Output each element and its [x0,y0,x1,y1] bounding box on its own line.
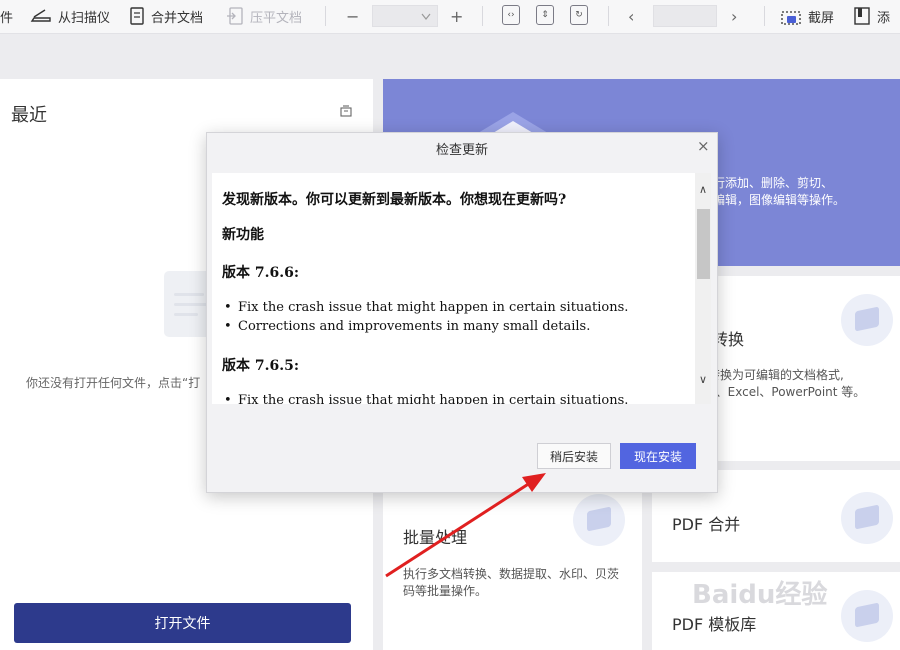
convert-card-desc-line1: 转换为可编辑的文档格式, [708,368,844,382]
toolbar-divider [325,6,326,26]
dialog-title: 检查更新 [435,143,488,158]
release-heading: 版本 7.6.5: [222,358,300,374]
toolbar: 件 从扫描仪 合并文档 压平文档 − + ‹› ⇕ ↻ ‹ › 截屏 添 [0,0,900,34]
screenshot-button[interactable]: 截屏 [780,6,834,26]
update-message: 发现新版本。你可以更新到最新版本。你想现在更新吗? [222,192,567,208]
toolbar-file-label: 件 [0,10,14,26]
batch-card-desc: 执行多文档转换、数据提取、水印、贝茨 码等批量操作。 [403,566,619,600]
toolbar-flatten-label: 压平文档 [250,10,303,26]
fit-page-button[interactable]: ⇕ [536,5,554,25]
prev-page-button[interactable]: ‹ [628,6,634,26]
scroll-down-icon[interactable]: ∨ [697,373,709,386]
bookmark-icon [854,7,870,25]
open-file-button[interactable]: 打开文件 [14,603,351,643]
toolbar-merge-button[interactable]: 合并文档 [129,6,203,26]
fit-width-button[interactable]: ‹› [502,5,520,25]
rotate-button[interactable]: ↻ [570,5,588,25]
fit-width-icon: ‹› [507,10,515,20]
next-page-button[interactable]: › [731,6,737,26]
edit-banner-desc-line1: 行添加、删除、剪切、 [713,176,834,190]
convert-card-desc: 转换为可编辑的文档格式, d、Excel、PowerPoint 等。 [708,367,865,401]
toolbar-flatten-button[interactable]: 压平文档 [226,6,302,26]
release-items: Fix the crash issue that might happen in… [222,298,628,336]
toolbar-divider [764,6,765,26]
close-icon[interactable]: × [697,138,710,154]
new-features-heading: 新功能 [222,227,264,243]
add-button[interactable]: 添 [853,6,890,26]
batch-card[interactable]: 批量处理 执行多文档转换、数据提取、水印、贝茨 码等批量操作。 [383,490,642,650]
clear-recent-icon[interactable] [340,105,352,117]
batch-card-title: 批量处理 [403,528,468,547]
convert-icon [841,294,893,346]
pdf-template-card-title: PDF 模板库 [672,615,757,634]
zoom-out-button[interactable]: − [346,6,359,26]
pdf-merge-card-title: PDF 合并 [672,515,741,534]
batch-card-desc-line2: 码等批量操作。 [403,584,488,598]
zoom-select[interactable] [372,5,438,27]
zoom-out-label: − [346,6,360,26]
pdf-merge-icon [841,492,893,544]
toolbar-merge-label: 合并文档 [151,10,204,26]
baidu-watermark: Baidu经验 [692,580,828,610]
screenshot-icon [781,11,801,25]
release-items: Fix the crash issue that might happen in… [222,391,628,404]
page-number-input[interactable] [653,5,717,27]
check-update-dialog: 检查更新 × 发现新版本。你可以更新到最新版本。你想现在更新吗? 新功能 版本 … [206,132,718,493]
install-now-button[interactable]: 现在安装 [620,443,696,469]
scrollbar-thumb[interactable] [697,209,710,279]
batch-card-desc-line1: 执行多文档转换、数据提取、水印、贝茨 [403,567,620,581]
release-heading: 版本 7.6.6: [222,265,300,281]
release-item: Fix the crash issue that might happen in… [222,391,628,404]
document-icon [130,7,144,25]
convert-card-desc-line2: d、Excel、PowerPoint 等。 [708,385,866,399]
fit-page-icon: ⇕ [541,10,549,20]
empty-state-text: 你还没有打开任何文件，点击“打 [26,376,201,390]
install-later-label: 稍后安装 [549,449,598,464]
toolbar-divider [482,6,483,26]
scroll-up-icon[interactable]: ∧ [697,183,709,196]
batch-icon [573,494,625,546]
pdf-template-icon [841,590,893,642]
recent-title: 最近 [11,105,47,126]
open-file-label: 打开文件 [154,616,211,632]
toolbar-scanner-button[interactable]: 从扫描仪 [30,6,110,26]
install-now-label: 现在安装 [633,449,682,464]
next-page-label: › [731,6,738,26]
prev-page-label: ‹ [628,6,635,26]
chevron-down-icon [421,13,431,20]
toolbar-scanner-label: 从扫描仪 [58,10,111,26]
install-later-button[interactable]: 稍后安装 [537,443,611,469]
edit-banner-desc: 行添加、删除、剪切、 编辑，图像编辑等操作。 [713,175,845,209]
release-item: Fix the crash issue that might happen in… [222,298,628,317]
zoom-in-button[interactable]: + [450,6,463,26]
release-item: Corrections and improvements in many sma… [222,317,628,336]
edit-banner-desc-line2: 编辑，图像编辑等操作。 [713,193,846,207]
release-notes-area[interactable]: 发现新版本。你可以更新到最新版本。你想现在更新吗? 新功能 版本 7.6.6: … [212,173,695,404]
zoom-in-label: + [450,6,464,26]
toolbar-divider [608,6,609,26]
release-notes-scrollbar[interactable]: ∧ ∨ [695,173,711,404]
toolbar-file-button[interactable]: 件 [0,6,13,26]
rotate-icon: ↻ [575,10,583,20]
scanner-icon [30,9,51,22]
flatten-icon [227,7,243,25]
add-label: 添 [877,10,891,26]
screenshot-label: 截屏 [808,10,835,26]
